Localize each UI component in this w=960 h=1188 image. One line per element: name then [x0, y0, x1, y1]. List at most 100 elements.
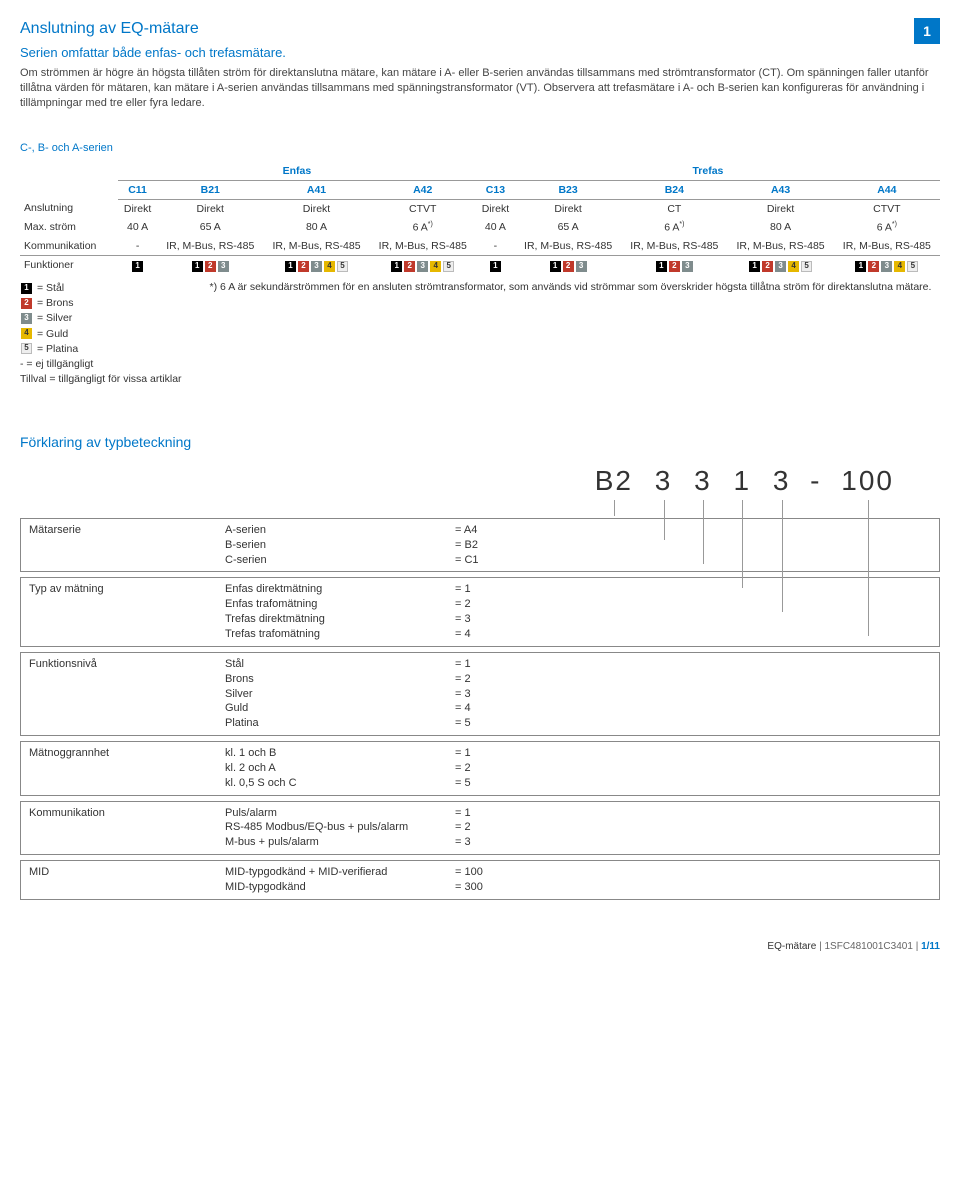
table-cell: IR, M-Bus, RS-485: [621, 237, 727, 256]
decode-value: = 1: [455, 806, 471, 821]
table-cell: IR, M-Bus, RS-485: [834, 237, 940, 256]
decode-value: = 2: [455, 761, 471, 776]
decode-key: Puls/alarm: [225, 806, 455, 821]
level-icon: 5: [907, 261, 918, 272]
decode-body: MID-typgodkänd + MID-verifierad= 100MID-…: [217, 861, 939, 899]
series-table: Enfas Trefas C11B21A41A42C13B23B24A43A44…: [20, 162, 940, 275]
decode-block: Mätnoggrannhet kl. 1 och B= 1kl. 2 och A=…: [20, 741, 940, 796]
functions-cell: 1: [118, 255, 157, 274]
decode-value: = 1: [455, 582, 471, 597]
decode-value: = 3: [455, 612, 471, 627]
column-header: B23: [515, 180, 621, 199]
column-header: A44: [834, 180, 940, 199]
code-segment: B2: [589, 462, 639, 500]
footnote-star: *) 6 A är sekundärströmmen för en anslut…: [210, 280, 940, 387]
decode-key: M-bus + puls/alarm: [225, 835, 455, 850]
level-icon: 3: [218, 261, 229, 272]
column-header: A42: [370, 180, 476, 199]
level-icon: 1: [21, 283, 32, 294]
functions-cell: 12345: [370, 255, 476, 274]
type-code: B2 3 3 1 3 - 100: [20, 462, 900, 500]
decode-key: MID-typgodkänd: [225, 880, 455, 895]
decode-key: Guld: [225, 701, 455, 716]
table-cell: 40 A: [118, 218, 157, 237]
decode-value: = 300: [455, 880, 483, 895]
level-icon: 3: [881, 261, 892, 272]
table-cell: Direkt: [118, 199, 157, 218]
decode-label: MID: [21, 861, 217, 884]
level-icon: 3: [417, 261, 428, 272]
decode-value: = 3: [455, 687, 471, 702]
level-icon: 2: [762, 261, 773, 272]
functions-cell: 123: [515, 255, 621, 274]
table-cell: CT: [621, 199, 727, 218]
decode-block: MIDMID-typgodkänd + MID-verifierad= 100M…: [20, 860, 940, 900]
code-segment: 3: [688, 462, 718, 500]
phase-header-enfas: Enfas: [118, 162, 476, 181]
level-icon: 2: [669, 261, 680, 272]
level-icon: 1: [550, 261, 561, 272]
functions-cell: 123: [621, 255, 727, 274]
decode-body: Enfas direktmätning= 1Enfas trafomätning…: [217, 578, 939, 645]
level-icon: 1: [285, 261, 296, 272]
decode-body: Puls/alarm= 1RS-485 Modbus/EQ-bus + puls…: [217, 802, 939, 855]
functions-cell: 12345: [263, 255, 369, 274]
row-label-komm: Kommunikation: [20, 237, 118, 256]
decode-key: Enfas direktmätning: [225, 582, 455, 597]
table-cell: -: [118, 237, 157, 256]
row-label-anslutning: Anslutning: [20, 199, 118, 218]
table-cell: 6 A*): [621, 218, 727, 237]
decode-value: = 5: [455, 776, 471, 791]
decode-key: kl. 1 och B: [225, 746, 455, 761]
code-segment: 3: [767, 462, 797, 500]
table-cell: 65 A: [157, 218, 263, 237]
decode-value: = B2: [455, 538, 478, 553]
decode-value: = 2: [455, 672, 471, 687]
level-icon: 5: [337, 261, 348, 272]
decode-block: FunktionsnivåStål= 1Brons= 2Silver= 3Gul…: [20, 652, 940, 736]
code-segment: -: [806, 465, 825, 496]
decode-value: = 2: [455, 820, 471, 835]
column-header: A43: [727, 180, 833, 199]
level-icon: 1: [656, 261, 667, 272]
legend-text: Tillval = tillgängligt för vissa artikla…: [20, 372, 182, 386]
decode-key: RS-485 Modbus/EQ-bus + puls/alarm: [225, 820, 455, 835]
table-cell: CTVT: [370, 199, 476, 218]
decode-block: MätarserieA-serien= A4B-serien= B2C-seri…: [20, 518, 940, 573]
level-icon: 1: [490, 261, 501, 272]
code-segment: 100: [835, 462, 900, 500]
level-icon: 2: [868, 261, 879, 272]
decode-label: Funktionsnivå: [21, 653, 217, 676]
decode-value: = 2: [455, 597, 471, 612]
table-cell: 80 A: [263, 218, 369, 237]
code-segment: 1: [727, 462, 757, 500]
decode-label: Kommunikation: [21, 802, 217, 825]
table-cell: IR, M-Bus, RS-485: [515, 237, 621, 256]
legend-text: = Stål: [37, 281, 64, 295]
decode-key: kl. 2 och A: [225, 761, 455, 776]
level-icon: 3: [682, 261, 693, 272]
legend-text: - = ej tillgängligt: [20, 357, 182, 371]
table-cell: IR, M-Bus, RS-485: [157, 237, 263, 256]
level-icon: 2: [298, 261, 309, 272]
level-icon: 2: [404, 261, 415, 272]
page-title: Anslutning av EQ-mätare: [20, 18, 906, 40]
legend-text: = Platina: [37, 342, 78, 356]
decode-value: = 1: [455, 746, 471, 761]
table-cell: Direkt: [727, 199, 833, 218]
decode-key: A-serien: [225, 523, 455, 538]
decode-block: Typ av mätningEnfas direktmätning= 1Enfa…: [20, 577, 940, 646]
decode-value: = 4: [455, 701, 471, 716]
footer-product: EQ-mätare: [767, 941, 816, 952]
decode-label: Mätnoggrannhet: [21, 742, 217, 765]
column-header: C11: [118, 180, 157, 199]
functions-cell: 123: [157, 255, 263, 274]
table-cell: IR, M-Bus, RS-485: [263, 237, 369, 256]
level-icon: 1: [132, 261, 143, 272]
series-heading: C-, B- och A-serien: [20, 141, 940, 156]
legend: 1 = Stål2 = Brons3 = Silver4 = Guld5 = P…: [20, 280, 182, 387]
table-cell: 80 A: [727, 218, 833, 237]
level-icon: 3: [775, 261, 786, 272]
level-icon: 4: [21, 328, 32, 339]
column-header: B21: [157, 180, 263, 199]
